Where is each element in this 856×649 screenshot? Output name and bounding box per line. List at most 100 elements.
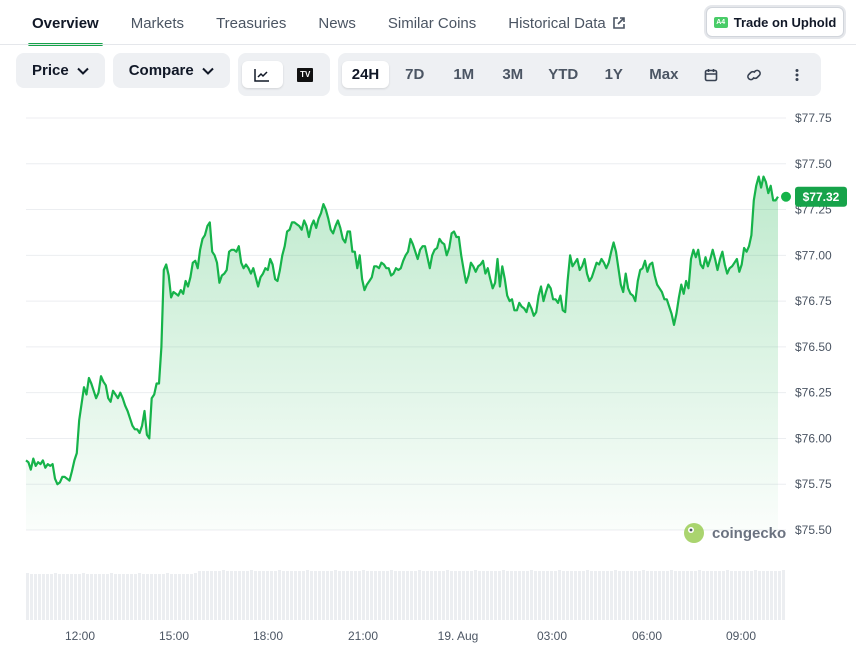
volume-bar [650, 571, 653, 620]
volume-bar [110, 573, 113, 620]
volume-bar [386, 571, 389, 620]
volume-bar [106, 574, 109, 620]
price-chart[interactable]: $77.75$77.50$77.25$77.00$76.75$76.50$76.… [0, 95, 856, 649]
chevron-down-icon [76, 67, 89, 75]
volume-bar [426, 571, 429, 620]
y-tick-label: $77.50 [795, 157, 832, 171]
tab-overview[interactable]: Overview [16, 0, 115, 46]
volume-bar [646, 571, 649, 620]
trade-on-uphold-button[interactable]: A4 Trade on Uphold [706, 7, 844, 37]
volume-bar [634, 571, 637, 620]
tab-news[interactable]: News [302, 0, 372, 46]
volume-bar [714, 571, 717, 620]
volume-bar [514, 571, 517, 620]
price-dropdown[interactable]: Price [16, 53, 105, 88]
volume-bar [574, 571, 577, 620]
volume-bar [554, 571, 557, 620]
volume-bar [38, 574, 41, 620]
volume-bar [50, 574, 53, 620]
range-3m-button[interactable]: 3M [489, 61, 536, 88]
range-1y-button[interactable]: 1Y [590, 61, 637, 88]
volume-bar [154, 574, 157, 620]
calendar-button[interactable] [690, 61, 731, 88]
volume-bar [666, 571, 669, 620]
volume-bar [422, 571, 425, 620]
volume-bar [674, 571, 677, 620]
volume-bar [246, 571, 249, 620]
tab-historical-data[interactable]: Historical Data [492, 0, 642, 46]
price-dropdown-label: Price [32, 62, 69, 79]
compare-dropdown[interactable]: Compare [112, 53, 230, 88]
volume-bar [322, 571, 325, 620]
volume-bar [186, 574, 189, 620]
volume-bar [462, 571, 465, 620]
volume-bar [746, 571, 749, 620]
tradingview-button[interactable]: TV [285, 61, 326, 88]
volume-bar [170, 574, 173, 620]
volume-bar [594, 571, 597, 620]
volume-bar [698, 570, 701, 620]
volume-bar [782, 570, 785, 620]
volume-bar [318, 571, 321, 620]
link-icon [747, 69, 761, 80]
volume-bar [710, 571, 713, 620]
volume-bar [402, 571, 405, 620]
range-1m-button[interactable]: 1M [440, 61, 487, 88]
volume-bar [74, 574, 77, 620]
volume-bar [446, 570, 449, 620]
volume-bar [398, 571, 401, 620]
volume-bar [42, 574, 45, 620]
volume-bar [638, 571, 641, 620]
volume-bar [754, 570, 757, 620]
tab-similar-coins[interactable]: Similar Coins [372, 0, 492, 46]
chevron-down-icon [202, 67, 214, 75]
volume-bar [270, 571, 273, 620]
range-ytd-button[interactable]: YTD [538, 61, 588, 88]
volume-bar [614, 570, 617, 620]
volume-bar [310, 571, 313, 620]
volume-bar [222, 570, 225, 620]
volume-bar [174, 574, 177, 620]
line-chart-button[interactable] [241, 61, 283, 88]
volume-bar [382, 571, 385, 620]
volume-bar [210, 571, 213, 620]
range-max-button[interactable]: Max [639, 61, 688, 88]
current-price-dot [781, 191, 791, 202]
volume-bar [62, 574, 65, 620]
volume-bar [162, 574, 165, 620]
volume-bar [534, 571, 537, 620]
more-options-button[interactable] [776, 61, 817, 88]
volume-bar [334, 570, 337, 620]
tab-similar-coins-label: Similar Coins [387, 14, 477, 32]
coingecko-watermark-text: coingecko [712, 525, 786, 542]
tab-treasuries[interactable]: Treasuries [200, 0, 302, 46]
range-7d-button[interactable]: 7D [391, 61, 438, 88]
volume-bar [670, 570, 673, 620]
volume-bar [366, 571, 369, 620]
volume-bar [726, 570, 729, 620]
volume-bar [618, 571, 621, 620]
tab-bar: Overview Markets Treasuries News Similar… [16, 0, 696, 46]
volume-bar [286, 571, 289, 620]
volume-bar [206, 571, 209, 620]
volume-bar [626, 571, 629, 620]
volume-bar [658, 571, 661, 620]
volume-bar [298, 571, 301, 620]
range-24h-button[interactable]: 24H [341, 61, 390, 88]
volume-bar [530, 570, 533, 620]
volume-bar [494, 571, 497, 620]
volume-bar [454, 571, 457, 620]
volume-bar [166, 573, 169, 620]
tab-markets[interactable]: Markets [115, 0, 200, 46]
volume-bar [538, 571, 541, 620]
y-tick-label: $77.75 [795, 111, 832, 125]
share-link-button[interactable] [733, 61, 774, 88]
volume-bar [338, 571, 341, 620]
volume-bar [654, 571, 657, 620]
volume-bar [26, 573, 29, 620]
volume-bar [274, 571, 277, 620]
current-price-label: $77.32 [803, 190, 840, 204]
volume-bar [370, 571, 373, 620]
volume-bar [474, 570, 477, 620]
volume-bar [642, 570, 645, 620]
